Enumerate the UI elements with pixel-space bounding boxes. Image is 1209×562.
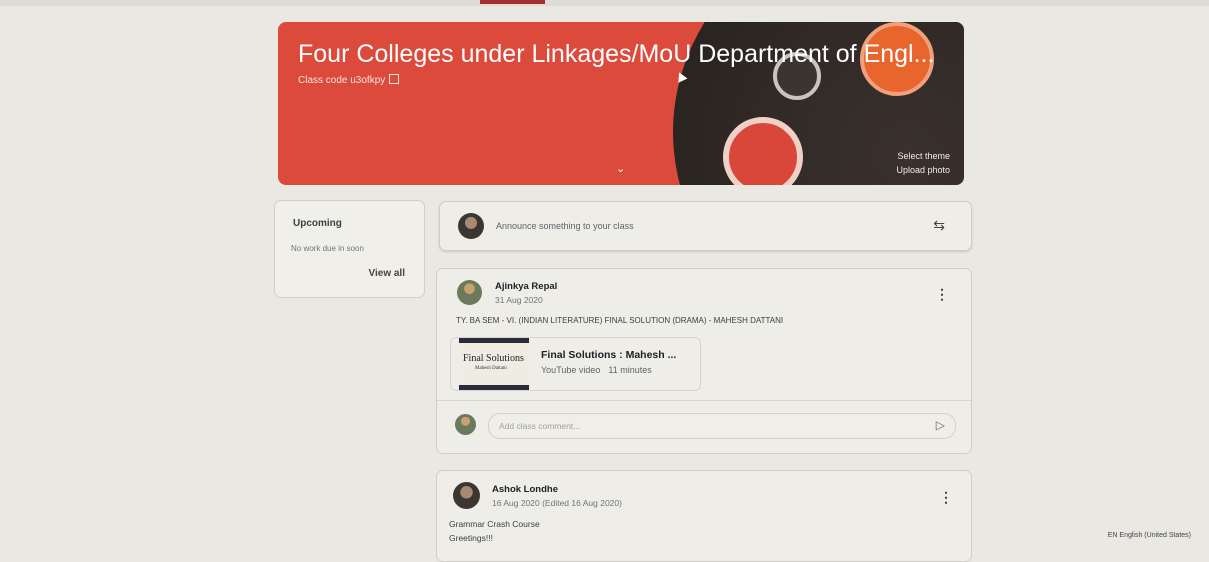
post-date: 31 Aug 2020 bbox=[495, 295, 543, 305]
chevron-down-icon[interactable]: ⌄ bbox=[616, 162, 625, 175]
stream-post: Ajinkya Repal 31 Aug 2020 ⋮ TY. BA SEM -… bbox=[436, 268, 972, 454]
upload-photo-link[interactable]: Upload photo bbox=[896, 163, 950, 177]
avatar bbox=[453, 482, 480, 509]
active-tab-indicator bbox=[480, 0, 545, 4]
class-banner: Four Colleges under Linkages/MoU Departm… bbox=[278, 22, 964, 185]
comment-placeholder: Add class comment... bbox=[499, 421, 581, 431]
post-date: 16 Aug 2020 (Edited 16 Aug 2020) bbox=[492, 498, 622, 508]
thumbnail-title: Final Solutions bbox=[463, 353, 524, 364]
class-code: Class code u3ofkpy bbox=[298, 74, 400, 86]
thumbnail-subtitle: Mahesh Dattani bbox=[475, 366, 507, 371]
post-body-line: Grammar Crash Course bbox=[449, 519, 540, 529]
class-title: Four Colleges under Linkages/MoU Departm… bbox=[298, 40, 935, 68]
view-all-link[interactable]: View all bbox=[368, 268, 405, 279]
avatar bbox=[458, 213, 484, 239]
upcoming-status: No work due in soon bbox=[291, 244, 364, 253]
class-comment-input[interactable]: Add class comment... ▷ bbox=[488, 413, 956, 439]
announce-placeholder[interactable]: Announce something to your class bbox=[496, 221, 634, 231]
post-author: Ashok Londhe bbox=[492, 484, 558, 495]
youtube-attachment[interactable]: Final Solutions Mahesh Dattani Final Sol… bbox=[450, 337, 701, 391]
divider bbox=[437, 400, 971, 401]
language-indicator[interactable]: EN English (United States) bbox=[1108, 532, 1191, 539]
avatar bbox=[457, 280, 482, 305]
attachment-title: Final Solutions : Mahesh ... bbox=[541, 349, 677, 361]
attachment-type: YouTube video bbox=[541, 365, 601, 375]
select-theme-link[interactable]: Select theme bbox=[896, 149, 950, 163]
attachment-duration: 11 minutes bbox=[608, 365, 652, 375]
send-icon[interactable]: ▷ bbox=[936, 418, 945, 432]
attachment-meta: YouTube video 11 minutes bbox=[541, 365, 660, 375]
stream-post: Ashok Londhe 16 Aug 2020 (Edited 16 Aug … bbox=[436, 470, 972, 562]
post-body-line: Greetings!!! bbox=[449, 533, 493, 543]
class-code-text: Class code u3ofkpy bbox=[298, 75, 386, 86]
theme-options: Select theme Upload photo bbox=[896, 149, 950, 177]
post-author: Ajinkya Repal bbox=[495, 281, 558, 292]
upcoming-card: Upcoming No work due in soon View all bbox=[274, 200, 425, 298]
video-thumbnail: Final Solutions Mahesh Dattani bbox=[459, 338, 529, 390]
upcoming-heading: Upcoming bbox=[293, 218, 342, 229]
more-vert-icon[interactable]: ⋮ bbox=[939, 489, 953, 506]
repost-icon[interactable]: ⇆ bbox=[933, 217, 945, 234]
avatar bbox=[455, 414, 476, 435]
fullscreen-icon[interactable] bbox=[389, 74, 400, 84]
more-vert-icon[interactable]: ⋮ bbox=[935, 286, 949, 303]
top-strip bbox=[0, 0, 1209, 6]
announce-box[interactable]: Announce something to your class ⇆ bbox=[439, 201, 972, 251]
post-body: TY. BA SEM - VI. (INDIAN LITERATURE) FIN… bbox=[456, 316, 784, 325]
